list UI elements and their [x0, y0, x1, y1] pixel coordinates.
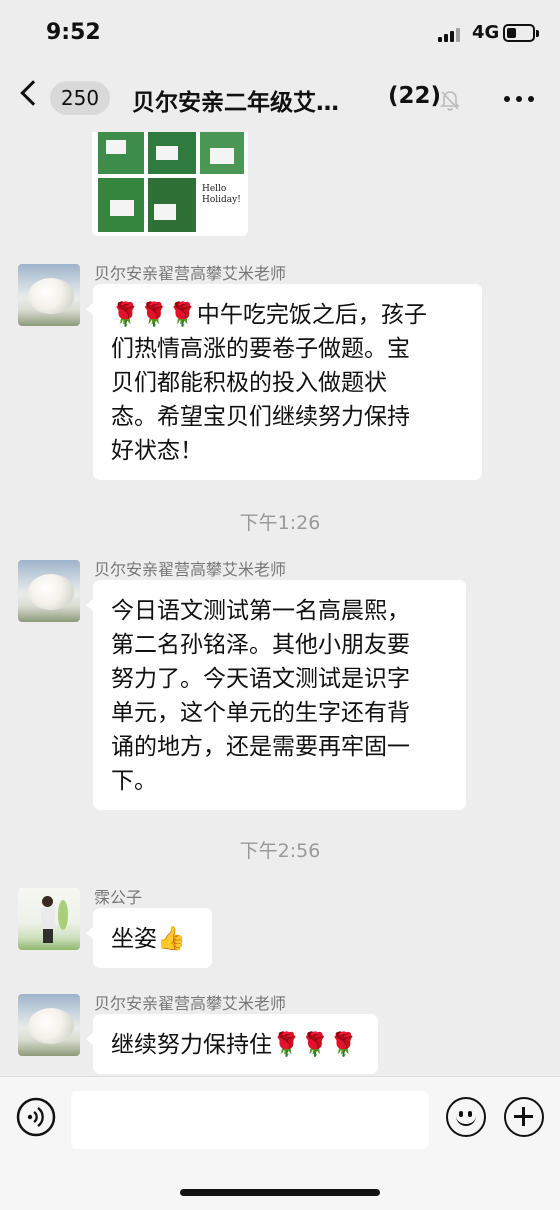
avatar[interactable]: [18, 560, 80, 622]
message-line: 坐姿👍: [111, 926, 186, 952]
home-indicator[interactable]: [180, 1189, 380, 1196]
message-line: 单元，这个单元的生字还有背: [111, 700, 410, 726]
chat-title[interactable]: 贝尔安亲二年级艾…: [132, 83, 339, 117]
message-input[interactable]: [71, 1091, 429, 1149]
plus-icon[interactable]: [504, 1097, 544, 1137]
image-caption: Hello Holiday!: [198, 176, 244, 230]
message-line: 贝们都能积极的投入做题状: [111, 370, 387, 396]
back-chevron-icon[interactable]: [20, 80, 46, 106]
sender-name: 贝尔安亲翟营高攀艾米老师: [94, 560, 287, 579]
more-dots-icon[interactable]: [504, 96, 534, 102]
timestamp: 下午2:56: [239, 840, 321, 862]
status-bar: 9:52 4G: [0, 0, 560, 64]
input-bar: [0, 1076, 560, 1210]
network-label: 4G: [472, 22, 500, 43]
chat-header: 250 贝尔安亲二年级艾… (22): [0, 64, 560, 132]
avatar[interactable]: [18, 264, 80, 326]
message-line: 诵的地方，还是需要再牢固一: [111, 734, 410, 760]
signal-icon: [438, 26, 460, 42]
avatar[interactable]: [18, 994, 80, 1056]
sender-name: 贝尔安亲翟营高攀艾米老师: [94, 264, 287, 283]
emoji-icon[interactable]: [446, 1097, 486, 1137]
unread-badge[interactable]: 250: [50, 81, 110, 115]
mute-bell-icon: [440, 91, 460, 111]
message-line: 第二名孙铭泽。其他小朋友要: [111, 632, 410, 658]
message-line: 🌹🌹🌹中午吃完饭之后，孩子: [111, 302, 427, 328]
message-bubble[interactable]: 今日语文测试第一名高晨熙， 第二名孙铭泽。其他小朋友要 努力了。今天语文测试是识…: [86, 580, 466, 810]
timestamp: 下午1:26: [239, 512, 321, 534]
member-count: (22): [388, 83, 442, 109]
message-bubble[interactable]: 🌹🌹🌹中午吃完饭之后，孩子 们热情高涨的要卷子做题。宝 贝们都能积极的投入做题状…: [86, 284, 482, 480]
voice-icon[interactable]: [16, 1097, 56, 1137]
sender-name: 贝尔安亲翟营高攀艾米老师: [94, 994, 287, 1013]
message-line: 今日语文测试第一名高晨熙，: [111, 598, 410, 624]
message-line: 们热情高涨的要卷子做题。宝: [111, 336, 410, 362]
avatar[interactable]: [18, 888, 80, 950]
message-bubble[interactable]: 坐姿👍: [86, 908, 212, 968]
message-list[interactable]: Hello Holiday! 贝尔安亲翟营高攀艾米老师 🌹🌹🌹中午吃完饭之后，孩…: [0, 132, 560, 1076]
status-time: 9:52: [46, 20, 101, 45]
message-line: 努力了。今天语文测试是识字: [111, 666, 410, 692]
battery-icon: [503, 24, 539, 42]
message-line: 好状态！: [111, 438, 203, 464]
image-message[interactable]: Hello Holiday!: [92, 132, 248, 236]
message-line: 态。希望宝贝们继续努力保持: [111, 404, 410, 430]
message-line: 下。: [111, 768, 157, 794]
message-line: 继续努力保持住🌹🌹🌹: [111, 1032, 358, 1058]
message-bubble[interactable]: 继续努力保持住🌹🌹🌹: [86, 1014, 378, 1074]
sender-name: 霂公子: [94, 888, 143, 907]
